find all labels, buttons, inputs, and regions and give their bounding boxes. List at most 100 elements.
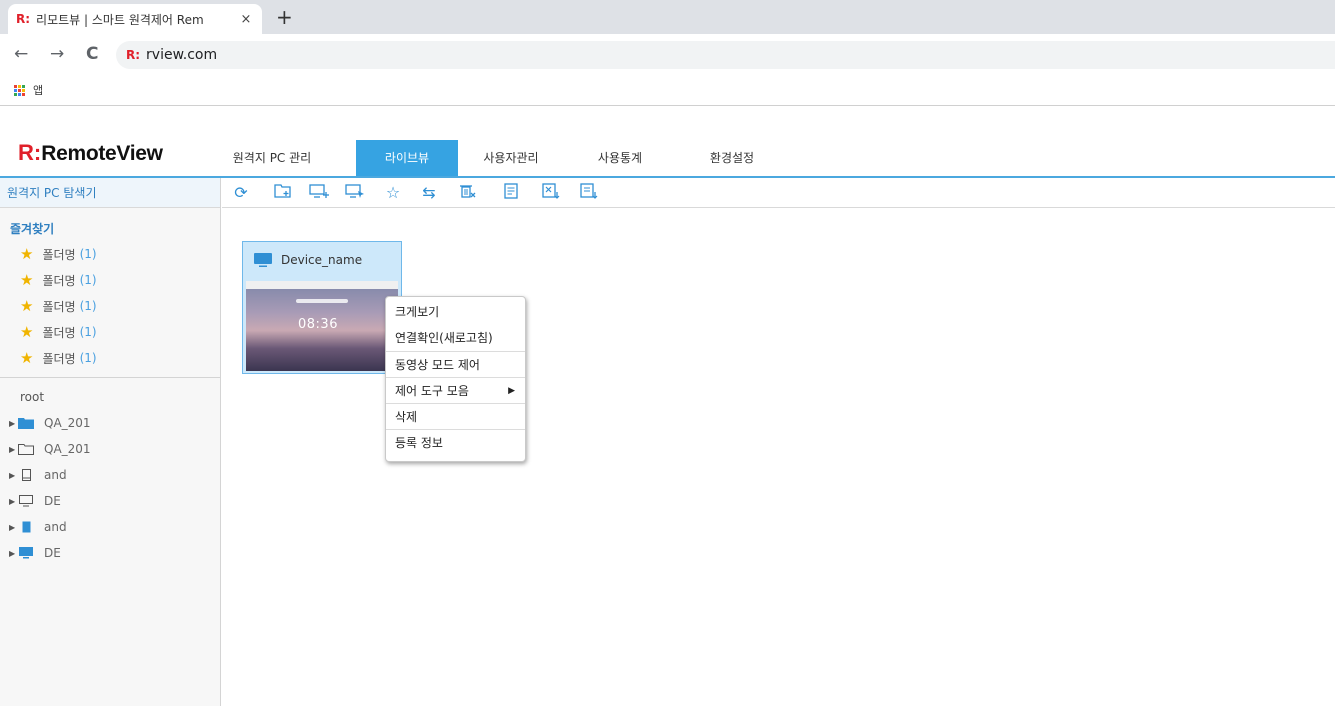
favorite-label: 폴더명	[42, 247, 76, 262]
apps-shortcut[interactable]: 앱	[14, 82, 43, 98]
favorites-list: ★ 폴더명 (1) ★ 폴더명 (1) ★ 폴더명 (1) ★ 폴더명 (1) …	[0, 241, 220, 378]
menu-item-enlarge[interactable]: 크게보기	[386, 299, 525, 325]
thumbnail-browser-bar	[246, 281, 398, 289]
tree-item[interactable]: ▶ DE	[0, 488, 220, 514]
expand-caret-icon[interactable]: ▶	[9, 497, 15, 506]
tab-remote-pc-management[interactable]: 원격지 PC 관리	[222, 140, 322, 176]
browser-toolbar: ← → C R: rview.com	[0, 34, 1335, 76]
tree-item[interactable]: ▶ and	[0, 514, 220, 540]
add-folder-icon[interactable]	[272, 183, 294, 203]
tree-item[interactable]: ▶ and	[0, 462, 220, 488]
favorite-count: (1)	[79, 247, 97, 261]
star-icon: ★	[20, 348, 34, 367]
back-button[interactable]: ←	[14, 44, 28, 64]
monitor-icon	[254, 252, 272, 267]
tree-item[interactable]: ▶ QA_201	[0, 436, 220, 462]
tree-item[interactable]: ▶ QA_201	[0, 410, 220, 436]
thumbnail-clock: 08:36	[298, 317, 338, 332]
tree-item-label: QA_201	[44, 442, 91, 456]
favorite-item[interactable]: ★ 폴더명 (1)	[0, 241, 220, 267]
move-icon[interactable]: ⇆	[418, 183, 440, 203]
tab-user-management[interactable]: 사용자관리	[470, 140, 552, 176]
favorites-title: 즐겨찾기	[10, 222, 55, 236]
tab-close-icon[interactable]: ×	[238, 12, 254, 27]
tree-item-label: and	[44, 520, 67, 534]
star-icon: ★	[20, 296, 34, 315]
list-icon[interactable]	[500, 183, 522, 203]
favorite-item[interactable]: ★ 폴더명 (1)	[0, 319, 220, 345]
tree-item-label: DE	[44, 494, 61, 508]
forward-button[interactable]: →	[50, 44, 64, 64]
tab-settings[interactable]: 환경설정	[692, 140, 772, 176]
star-icon: ★	[20, 244, 34, 263]
tab-title: 리모트뷰 | 스마트 원격제어 Rem	[36, 12, 204, 27]
menu-item-video-mode-control[interactable]: 동영상 모드 제어	[386, 351, 525, 377]
device-screen-thumbnail[interactable]: 08:36	[246, 281, 398, 371]
delete-icon[interactable]	[456, 183, 478, 203]
device-name: Device_name	[281, 253, 363, 267]
tab-usage-statistics[interactable]: 사용통계	[580, 140, 660, 176]
browser-tabstrip: R: 리모트뷰 | 스마트 원격제어 Rem × +	[0, 0, 1335, 34]
expand-caret-icon[interactable]: ▶	[9, 445, 15, 454]
tablet-filled-icon	[22, 521, 31, 533]
add-pc-icon[interactable]	[308, 183, 330, 203]
tree-item[interactable]: ▶ DE	[0, 540, 220, 566]
folder-outline-icon	[18, 444, 34, 455]
site-favicon-icon: R:	[16, 12, 31, 26]
excel-export-icon[interactable]	[540, 183, 562, 203]
favorite-count: (1)	[79, 273, 97, 287]
url-text: rview.com	[146, 47, 218, 63]
context-menu: 크게보기 연결확인(새로고침) 동영상 모드 제어 제어 도구 모음 ▶ 삭제 …	[385, 296, 526, 462]
sidebar-header: 원격지 PC 탐색기	[0, 178, 220, 208]
browser-tab[interactable]: R: 리모트뷰 | 스마트 원격제어 Rem ×	[8, 4, 262, 34]
star-icon: ★	[20, 270, 34, 289]
tree-item-label: and	[44, 468, 67, 482]
tree-item-label: QA_201	[44, 416, 91, 430]
reload-button[interactable]: C	[86, 44, 98, 64]
menu-item-control-tools[interactable]: 제어 도구 모음 ▶	[386, 377, 525, 403]
tree-root[interactable]: root	[0, 378, 220, 410]
menu-item-properties[interactable]: 등록 정보	[386, 429, 525, 455]
thumbnail-search-bar	[296, 299, 348, 303]
site-favicon-icon: R:	[126, 48, 141, 62]
remoteview-logo[interactable]: R: RemoteView	[18, 140, 163, 166]
device-card-header: Device_name	[243, 242, 401, 278]
device-card[interactable]: Device_name 08:36	[242, 241, 402, 374]
address-bar[interactable]: R: rview.com	[116, 41, 1335, 69]
tree-item-label: DE	[44, 546, 61, 560]
favorite-label: 폴더명	[42, 325, 76, 340]
folder-filled-icon	[18, 418, 34, 429]
logo-mark: R:	[18, 140, 42, 165]
sidebar: 원격지 PC 탐색기 즐겨찾기 ★ 폴더명 (1) ★ 폴더명 (1) ★ 폴더…	[0, 178, 221, 706]
import-icon[interactable]	[578, 183, 600, 203]
favorite-item[interactable]: ★ 폴더명 (1)	[0, 293, 220, 319]
favorite-item[interactable]: ★ 폴더명 (1)	[0, 267, 220, 293]
star-icon: ★	[20, 322, 34, 341]
expand-caret-icon[interactable]: ▶	[9, 523, 15, 532]
refresh-icon[interactable]: ⟳	[230, 183, 252, 203]
tablet-outline-icon	[22, 469, 31, 481]
submenu-arrow-icon: ▶	[508, 386, 515, 396]
action-toolbar: ⟳ ☆ ⇆	[222, 178, 1335, 208]
favorite-label: 폴더명	[42, 351, 76, 366]
favorite-count: (1)	[79, 351, 97, 365]
favorite-count: (1)	[79, 299, 97, 313]
monitor-outline-icon	[19, 495, 33, 507]
tab-live-view[interactable]: 라이브뷰	[356, 140, 458, 176]
add-favorite-icon[interactable]: ☆	[382, 183, 404, 203]
connect-pc-icon[interactable]	[344, 183, 366, 203]
favorite-label: 폴더명	[42, 299, 76, 314]
favorite-count: (1)	[79, 325, 97, 339]
apps-grid-icon	[14, 84, 25, 96]
expand-caret-icon[interactable]: ▶	[9, 549, 15, 558]
expand-caret-icon[interactable]: ▶	[9, 471, 15, 480]
app-header: R: RemoteView 원격지 PC 관리 라이브뷰 사용자관리 사용통계 …	[0, 107, 1335, 177]
apps-label: 앱	[33, 84, 44, 97]
favorite-item[interactable]: ★ 폴더명 (1)	[0, 345, 220, 371]
menu-item-check-connection[interactable]: 연결확인(새로고침)	[386, 325, 525, 351]
new-tab-button[interactable]: +	[276, 6, 293, 28]
menu-item-delete[interactable]: 삭제	[386, 403, 525, 429]
favorite-label: 폴더명	[42, 273, 76, 288]
expand-caret-icon[interactable]: ▶	[9, 419, 15, 428]
monitor-filled-icon	[19, 547, 33, 559]
